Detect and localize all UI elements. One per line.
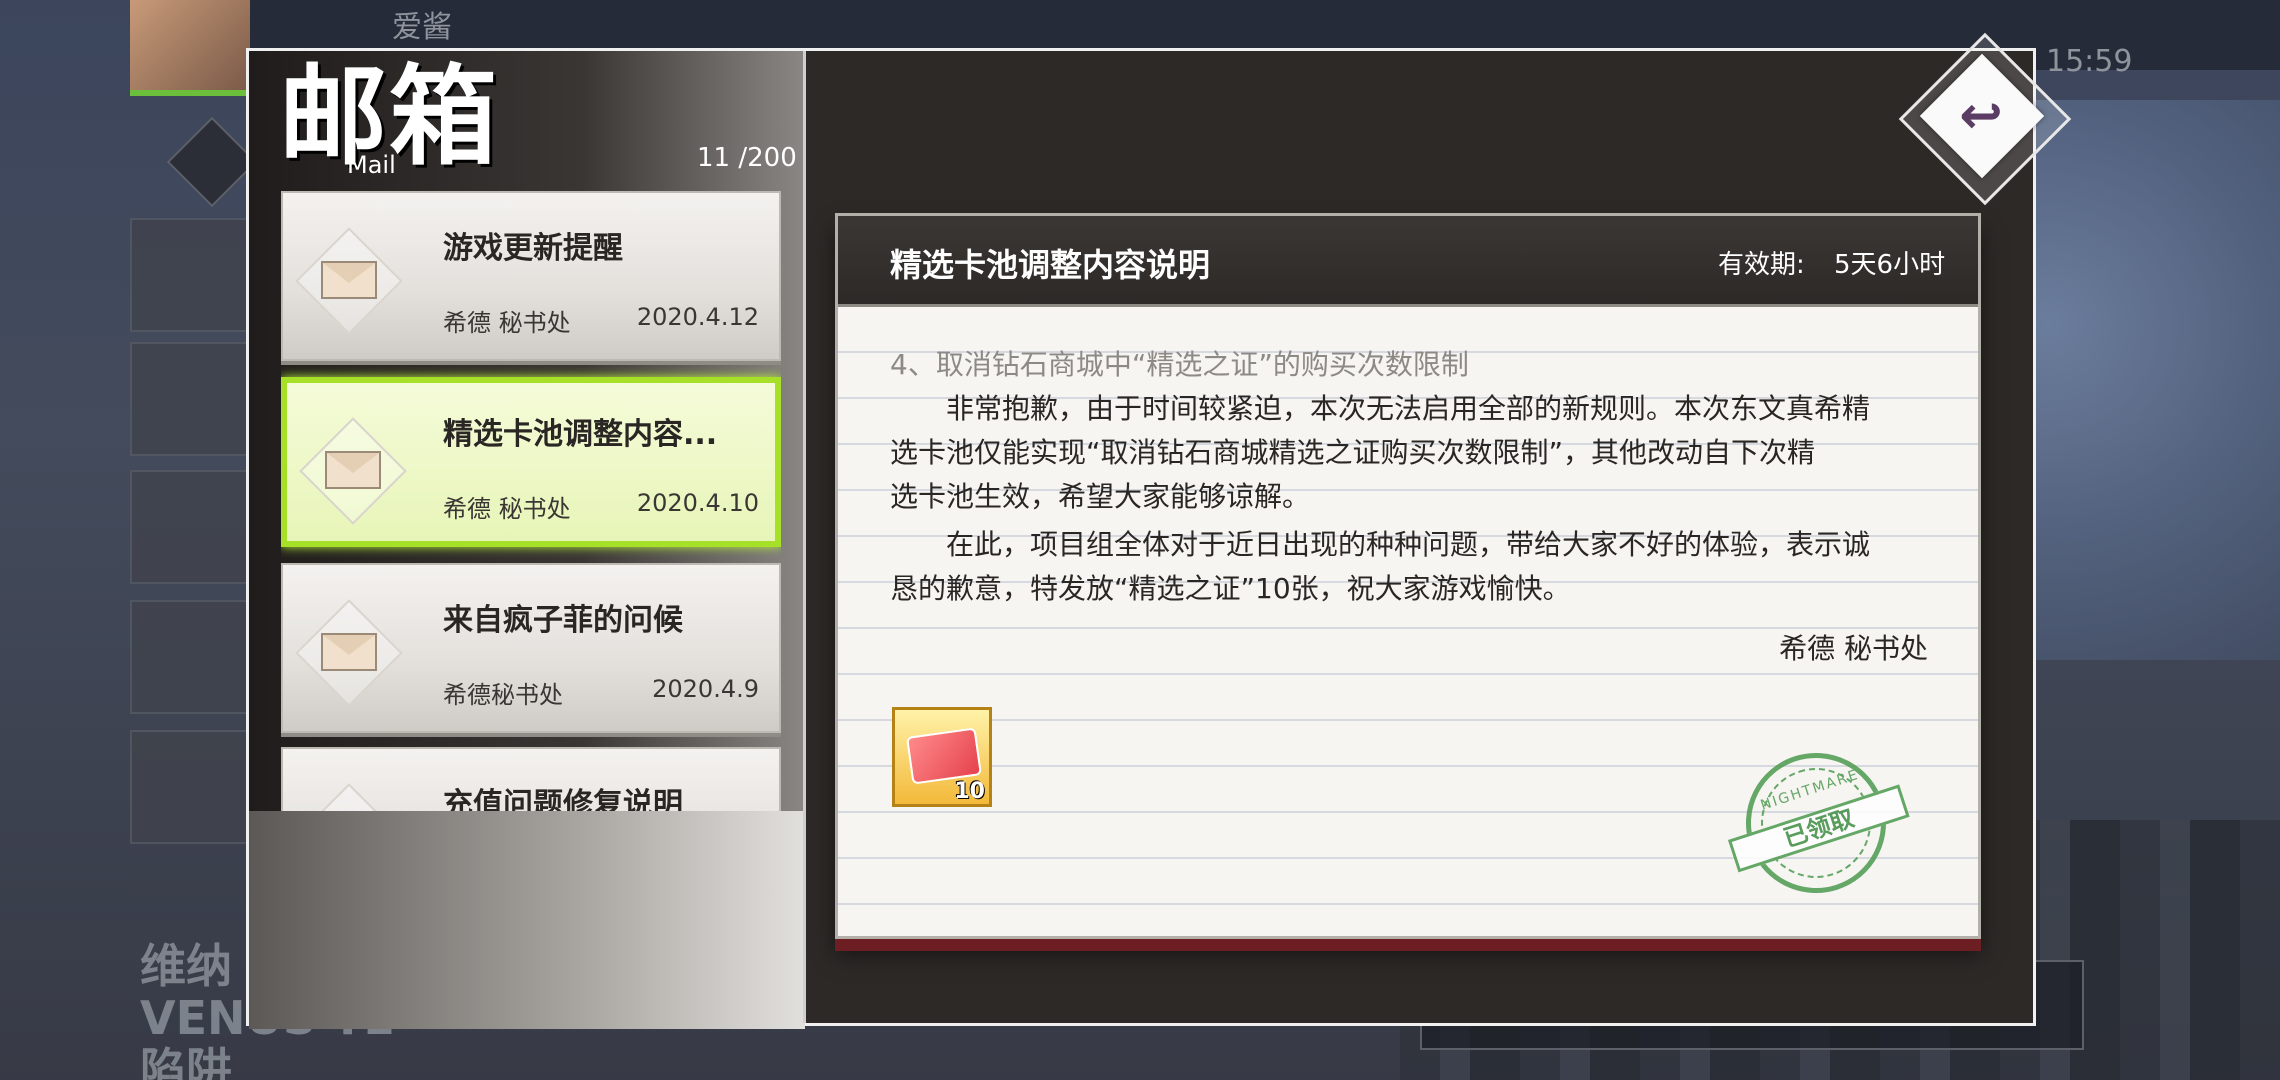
- letter-line: 非常抱歉，由于时间较紧迫，本次无法启用全部的新规则。本次东文真希精: [890, 392, 1871, 425]
- mail-date: 2020.4.12: [636, 303, 759, 331]
- letter-title: 精选卡池调整内容说明: [890, 246, 1211, 284]
- mail-count: 11 /200: [697, 143, 797, 173]
- mailbox-title-en: Mail: [347, 151, 396, 179]
- mail-list-pane: 邮箱 Mail 11 /200 游戏更新提醒 希德 秘书处 2020.4.12 …: [249, 51, 805, 1029]
- background-card: [130, 600, 254, 714]
- back-button[interactable]: ↩: [1898, 32, 2072, 206]
- reward-quantity: 10: [954, 779, 985, 804]
- mailbox-window: 邮箱 Mail 11 /200 游戏更新提醒 希德 秘书处 2020.4.12 …: [246, 48, 2036, 1029]
- mail-date: 2020.4.10: [636, 489, 759, 517]
- mail-item-selected[interactable]: 精选卡池调整内容... 希德 秘书处 2020.4.10: [281, 377, 781, 547]
- background-menu-button: [166, 116, 258, 208]
- envelope-icon: [295, 227, 403, 335]
- mail-sender: 希德 秘书处: [443, 495, 571, 523]
- letter-line: 在此，项目组全体对于近日出现的种种问题，带给大家不好的体验，表示诚: [890, 528, 1871, 561]
- letter-line: 恳的歉意，特发放“精选之证”10张，祝大家游戏愉快。: [890, 572, 1571, 605]
- mail-subject: 游戏更新提醒: [443, 231, 623, 266]
- claimed-stamp: NIGHTMARE 已领取: [1727, 734, 1910, 912]
- letter-line: 选卡池生效，希望大家能够谅解。: [890, 480, 1311, 513]
- mail-item[interactable]: 游戏更新提醒 希德 秘书处 2020.4.12: [281, 191, 781, 361]
- mail-sender: 希德 秘书处: [443, 309, 571, 337]
- letter-signature: 希德 秘书处: [1779, 632, 1928, 665]
- mail-list-footer: [249, 811, 805, 1029]
- mail-item[interactable]: 充值问题修复说明: [281, 747, 781, 811]
- validity-label: 有效期:: [1718, 250, 1805, 280]
- clock: 15:59: [2046, 44, 2133, 79]
- validity-value: 5天6小时: [1834, 250, 1946, 280]
- letter-line: 选卡池仅能实现“取消钻石商城精选之证购买次数限制”，其他改动自下次精: [890, 436, 1816, 469]
- envelope-icon: [295, 599, 403, 707]
- mail-letter: 精选卡池调整内容说明 有效期: 5天6小时 4、取消钻石商城中“精选之证”的购买…: [835, 213, 1981, 939]
- back-arrow-icon: ↩: [1959, 86, 2003, 146]
- background-card: [130, 730, 254, 844]
- mail-subject: 充值问题修复说明: [443, 787, 683, 811]
- envelope-icon: [299, 417, 407, 525]
- background-card: [130, 470, 254, 584]
- mail-subject: 精选卡池调整内容...: [443, 417, 718, 452]
- letter-body[interactable]: 4、取消钻石商城中“精选之证”的购买次数限制 非常抱歉，由于时间较紧迫，本次无法…: [838, 307, 1978, 936]
- letter-line: 4、取消钻石商城中“精选之证”的购买次数限制: [890, 348, 1469, 381]
- reward-item[interactable]: 10: [892, 707, 992, 807]
- mail-subject: 来自疯子菲的问候: [443, 603, 683, 638]
- background-card: [130, 218, 254, 332]
- player-name: 爱酱: [392, 10, 452, 45]
- mail-list[interactable]: 游戏更新提醒 希德 秘书处 2020.4.12 精选卡池调整内容... 希德 秘…: [281, 191, 781, 811]
- mail-sender: 希德秘书处: [443, 681, 563, 709]
- player-avatar: [130, 0, 250, 96]
- ticket-icon: [906, 727, 982, 785]
- envelope-icon: [295, 783, 403, 811]
- mail-item[interactable]: 来自疯子菲的问候 希德秘书处 2020.4.9: [281, 563, 781, 733]
- letter-header: 精选卡池调整内容说明 有效期: 5天6小时: [838, 216, 1978, 307]
- background-card: [130, 342, 254, 456]
- mail-date: 2020.4.9: [652, 675, 759, 703]
